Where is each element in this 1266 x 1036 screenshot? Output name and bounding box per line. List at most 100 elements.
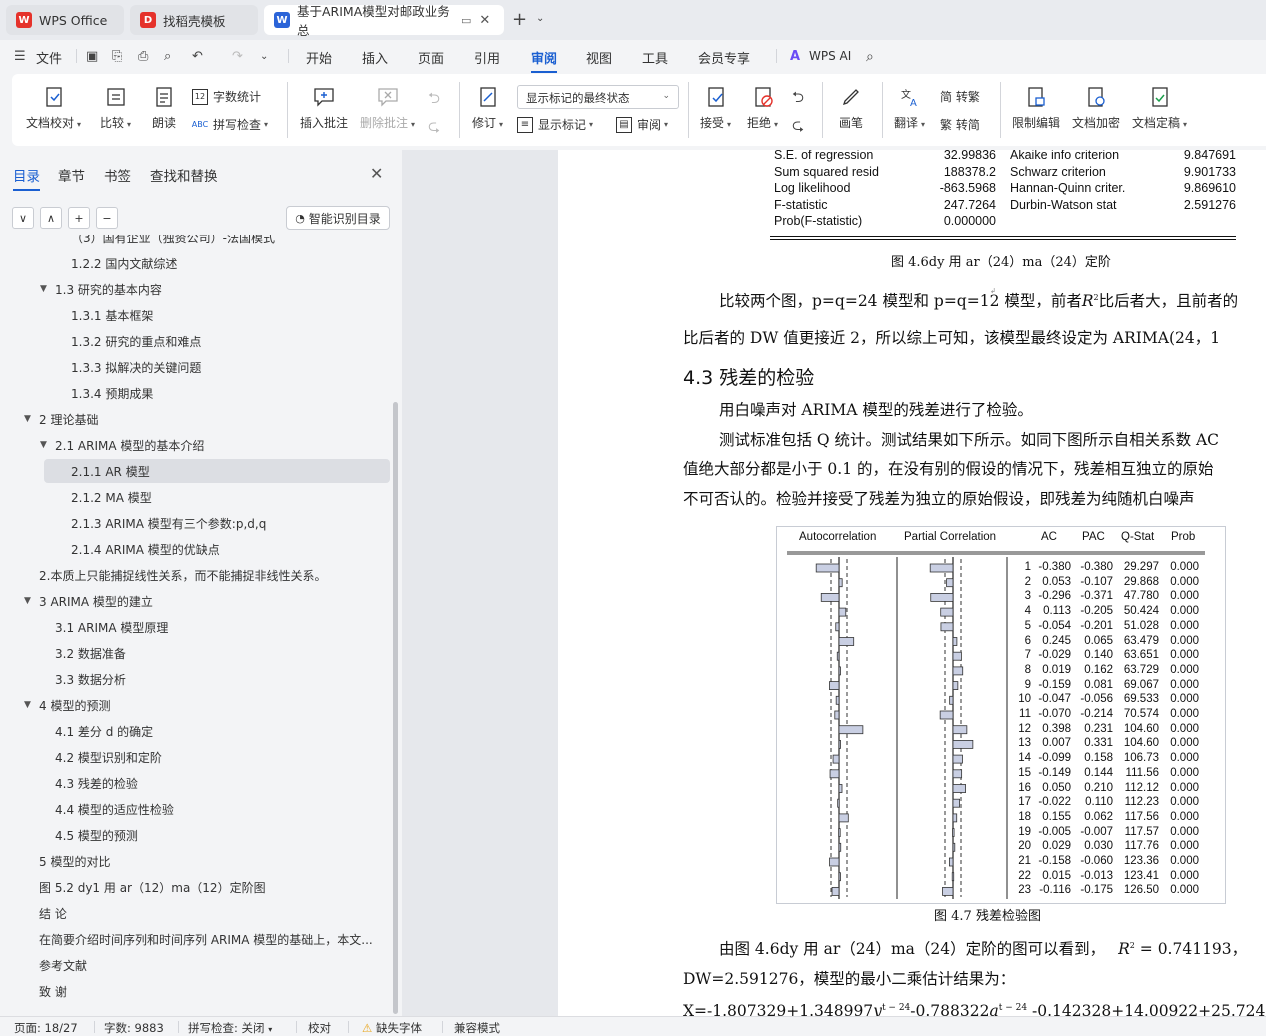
- menu-view[interactable]: 视图: [586, 48, 612, 67]
- toc-item[interactable]: 1.3.2 研究的重点和难点: [71, 329, 201, 353]
- menu-review[interactable]: 审阅: [531, 48, 558, 73]
- toc-item[interactable]: 参考文献: [39, 953, 87, 977]
- markup-display-select[interactable]: 显示标记的最终状态 ⌄: [517, 85, 679, 109]
- nav-tab-chapters[interactable]: 章节: [58, 165, 85, 185]
- toc-item[interactable]: ▼ 2.1 ARIMA 模型的基本介绍: [40, 433, 204, 457]
- expand-triangle-icon[interactable]: ▼: [24, 596, 31, 606]
- redo-icon[interactable]: ↷: [232, 49, 243, 64]
- previous-comment-icon[interactable]: ⮌: [428, 88, 440, 113]
- finalize-button[interactable]: 文档定稿 ▾: [1132, 84, 1187, 131]
- toc-item[interactable]: 4.5 模型的预测: [55, 823, 138, 847]
- spell-check-button[interactable]: ABC 拼写检查 ▾: [192, 116, 268, 133]
- chevron-down-icon[interactable]: ⌄: [536, 13, 544, 24]
- menu-member[interactable]: 会员专享: [698, 48, 750, 67]
- menu-page[interactable]: 页面: [418, 48, 444, 67]
- close-tab-icon[interactable]: ✕: [479, 13, 490, 28]
- reject-button[interactable]: 拒绝 ▾: [747, 84, 778, 131]
- translate-button[interactable]: 文A 翻译 ▾: [894, 84, 925, 131]
- new-tab-icon[interactable]: +: [512, 9, 527, 30]
- toc-item[interactable]: 5 模型的对比: [39, 849, 110, 873]
- toc-item[interactable]: 2.1.3 ARIMA 模型有三个参数:p,d,q: [71, 511, 266, 535]
- add-heading-button[interactable]: +: [68, 207, 90, 229]
- expand-triangle-icon[interactable]: ▼: [24, 414, 31, 424]
- delete-comment-button[interactable]: 删除批注 ▾: [360, 84, 415, 131]
- wps-ai-icon[interactable]: A: [790, 49, 800, 64]
- review-pane-button[interactable]: ▤ 审阅 ▾: [616, 116, 668, 133]
- nav-tab-toc[interactable]: 目录: [13, 165, 40, 191]
- next-comment-icon[interactable]: ⮎: [428, 116, 440, 141]
- expand-triangle-icon[interactable]: ▼: [40, 440, 47, 450]
- menu-home[interactable]: 开始: [306, 48, 332, 67]
- to-simplified-button[interactable]: 繁 转简: [940, 116, 980, 133]
- toc-item[interactable]: 在简要介绍时间序列和时间序列 ARIMA 模型的基础上，本文...: [39, 927, 373, 951]
- menu-wps-ai[interactable]: WPS AI: [809, 49, 851, 63]
- accept-button[interactable]: 接受 ▾: [700, 84, 731, 131]
- print-icon[interactable]: ⎙: [138, 49, 148, 64]
- read-aloud-button[interactable]: 朗读: [151, 84, 177, 131]
- encrypt-button[interactable]: 文档加密: [1072, 84, 1120, 131]
- tab-current-document[interactable]: W 基于ARIMA模型对邮政业务总 ▭ ✕: [264, 4, 504, 38]
- search-icon[interactable]: ⌕: [866, 49, 874, 65]
- toc-item[interactable]: 4.1 差分 d 的确定: [55, 719, 153, 743]
- word-count-indicator[interactable]: 字数: 9883: [104, 1020, 164, 1036]
- expand-triangle-icon[interactable]: ▼: [40, 284, 47, 294]
- nav-tab-find-replace[interactable]: 查找和替换: [150, 165, 218, 185]
- monitor-icon[interactable]: ▭: [461, 14, 471, 27]
- toc-item[interactable]: 图 5.2 dy1 用 ar（12）ma（12）定阶图: [39, 875, 266, 899]
- export-icon[interactable]: ⎘: [112, 49, 122, 64]
- toc-item[interactable]: 3.2 数据准备: [55, 641, 126, 665]
- show-markup-button[interactable]: ≡ 显示标记 ▾: [517, 116, 593, 133]
- tab-docer[interactable]: D 找稻壳模板: [130, 5, 258, 35]
- track-changes-button[interactable]: 修订 ▾: [472, 84, 503, 131]
- proofread-button[interactable]: 校对: [308, 1020, 331, 1036]
- save-icon[interactable]: ▣: [86, 49, 98, 64]
- collapse-up-button[interactable]: ∧: [40, 207, 62, 229]
- toc-item[interactable]: 4.4 模型的适应性检验: [55, 797, 174, 821]
- previous-change-icon[interactable]: ⮌: [792, 87, 804, 112]
- menu-file[interactable]: 文件: [36, 48, 62, 67]
- toc-item[interactable]: 3.1 ARIMA 模型原理: [55, 615, 168, 639]
- hamburger-menu-icon[interactable]: ☰: [14, 49, 26, 64]
- toc-item[interactable]: ▼ 1.3 研究的基本内容: [40, 277, 162, 301]
- toc-item[interactable]: （3）国有企业（独资公司）-法国模式: [71, 235, 275, 249]
- toc-item[interactable]: 2.1.2 MA 模型: [71, 485, 152, 509]
- toc-item[interactable]: ▼ 3 ARIMA 模型的建立: [24, 589, 153, 613]
- toc-item[interactable]: 4.2 模型识别和定阶: [55, 745, 162, 769]
- toc-item[interactable]: 1.3.1 基本框架: [71, 303, 153, 327]
- to-traditional-button[interactable]: 简 转繁: [940, 88, 980, 105]
- page-indicator[interactable]: 页面: 18/27: [14, 1020, 78, 1036]
- menu-references[interactable]: 引用: [474, 48, 500, 67]
- smart-toc-button[interactable]: ◔ 智能识别目录: [286, 206, 390, 230]
- nav-scrollbar[interactable]: [393, 402, 398, 1014]
- toc-item[interactable]: 3.3 数据分析: [55, 667, 126, 691]
- close-icon[interactable]: ✕: [370, 164, 383, 183]
- toc-item[interactable]: 1.2.2 国内文献综述: [71, 251, 177, 275]
- undo-icon[interactable]: ↶: [192, 49, 203, 64]
- nav-tab-bookmarks[interactable]: 书签: [104, 165, 131, 185]
- next-change-icon[interactable]: ⮎: [792, 115, 804, 140]
- spell-check-status[interactable]: 拼写检查: 关闭 ▾: [188, 1020, 272, 1036]
- doc-check-button[interactable]: 文档校对 ▾: [26, 84, 81, 131]
- toc-item[interactable]: 致 谢: [39, 979, 67, 1003]
- chevron-down-icon[interactable]: ⌄: [260, 51, 268, 62]
- toc-item[interactable]: 1.3.3 拟解决的关键问题: [71, 355, 201, 379]
- toc-item[interactable]: 4.3 残差的检验: [55, 771, 138, 795]
- word-count-button[interactable]: 12 字数统计: [192, 88, 261, 105]
- toc-item[interactable]: ▼ 4 模型的预测: [24, 693, 110, 717]
- tab-wps-office[interactable]: W WPS Office: [6, 5, 124, 35]
- missing-font-button[interactable]: ⚠ 缺失字体: [362, 1020, 422, 1036]
- insert-comment-button[interactable]: 插入批注: [300, 84, 348, 131]
- document-page[interactable]: S.E. of regression 32.99836 Akaike info cr…: [558, 150, 1266, 1016]
- remove-heading-button[interactable]: −: [96, 207, 118, 229]
- toc-item[interactable]: 2.1.4 ARIMA 模型的优缺点: [71, 537, 220, 561]
- restrict-edit-button[interactable]: 限制编辑: [1012, 84, 1060, 131]
- toc-item[interactable]: 1.3.4 预期成果: [71, 381, 153, 405]
- toc-item[interactable]: 2.本质上只能捕捉线性关系，而不能捕捉非线性关系。: [39, 563, 326, 587]
- collapse-down-button[interactable]: ∨: [12, 207, 34, 229]
- compare-button[interactable]: 比较 ▾: [100, 84, 131, 131]
- menu-tools[interactable]: 工具: [642, 48, 668, 67]
- toc-item[interactable]: ▼ 2 理论基础: [24, 407, 98, 431]
- menu-insert[interactable]: 插入: [362, 48, 388, 67]
- expand-triangle-icon[interactable]: ▼: [24, 700, 31, 710]
- print-preview-icon[interactable]: ⌕: [164, 49, 171, 64]
